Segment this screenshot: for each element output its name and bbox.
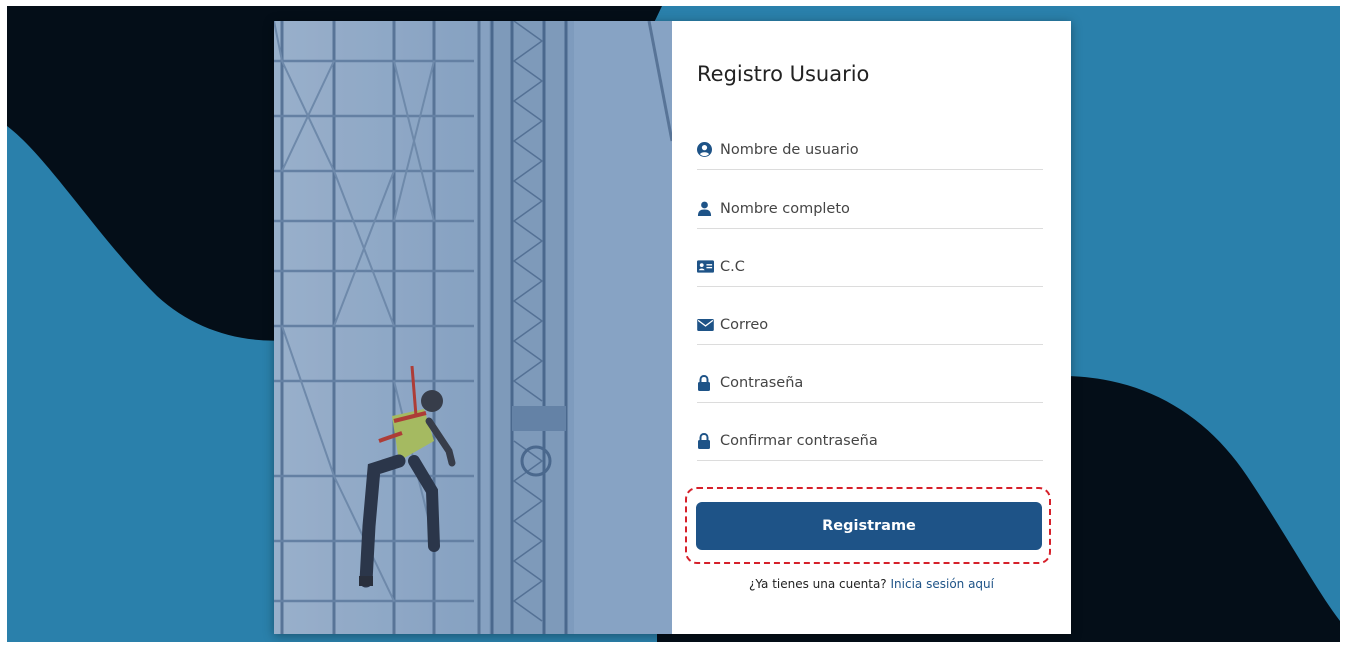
user-icon <box>697 201 715 217</box>
page-background: Registro Usuario Nombre de usuario Nombr… <box>7 6 1340 642</box>
lock-icon <box>697 374 715 391</box>
lock-icon <box>697 432 715 449</box>
envelope-icon <box>697 317 715 333</box>
form-title: Registro Usuario <box>697 62 870 86</box>
password-placeholder: Contraseña <box>720 374 804 391</box>
username-placeholder: Nombre de usuario <box>720 141 859 158</box>
password-field[interactable]: Contraseña <box>697 363 1043 403</box>
construction-worker-photo <box>274 21 672 634</box>
email-field[interactable]: Correo <box>697 305 1043 345</box>
login-link[interactable]: Inicia sesión aquí <box>891 577 994 591</box>
id-number-field[interactable]: C.C <box>697 247 1043 287</box>
full-name-placeholder: Nombre completo <box>720 200 850 217</box>
user-circle-icon <box>697 142 715 158</box>
id-number-placeholder: C.C <box>720 258 745 275</box>
username-field[interactable]: Nombre de usuario <box>697 130 1043 170</box>
email-placeholder: Correo <box>720 316 769 333</box>
registration-card: Registro Usuario Nombre de usuario Nombr… <box>274 21 1071 634</box>
id-card-icon <box>697 259 715 275</box>
login-prompt-text: ¿Ya tienes una cuenta? <box>748 577 887 591</box>
login-prompt-line: ¿Ya tienes una cuenta? Inicia sesión aqu… <box>672 577 1071 591</box>
confirm-password-placeholder: Confirmar contraseña <box>720 432 878 449</box>
register-button[interactable]: Registrame <box>696 502 1042 550</box>
registration-form: Registro Usuario Nombre de usuario Nombr… <box>672 21 1071 634</box>
confirm-password-field[interactable]: Confirmar contraseña <box>697 421 1043 461</box>
full-name-field[interactable]: Nombre completo <box>697 189 1043 229</box>
